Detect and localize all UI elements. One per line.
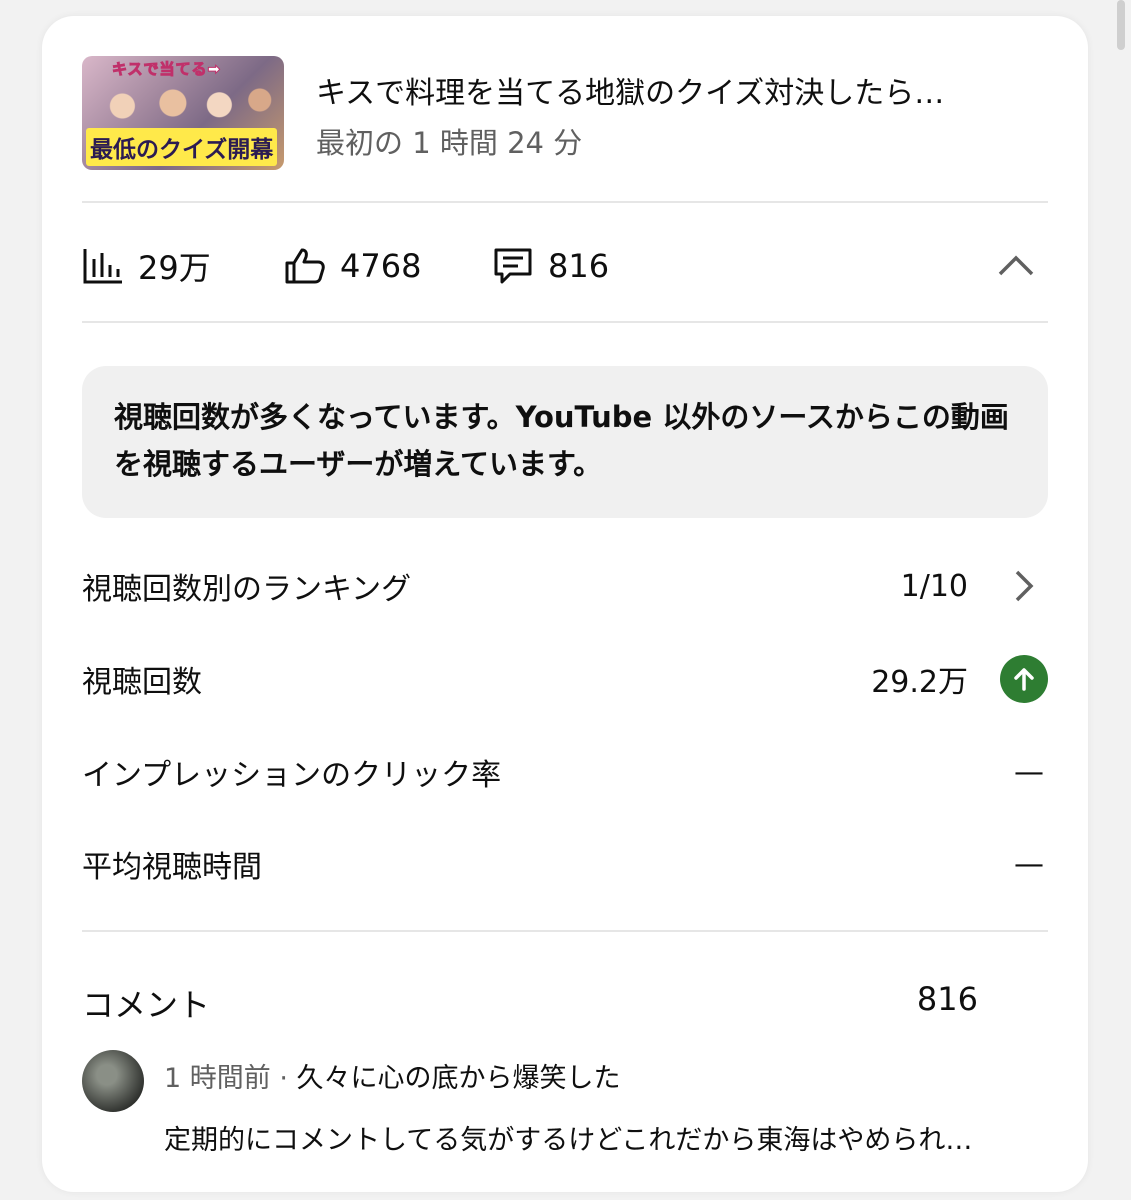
views-count: 29万 [138,249,211,287]
comments-stat: 816 [492,238,609,294]
divider [82,321,1048,323]
ctr-label: インプレッションのクリック率 [82,758,502,793]
comments-section-header[interactable]: コメント 816 [82,972,1048,1028]
video-subtitle: 最初の 1 時間 24 分 [316,126,583,160]
ctr-row: インプレッションのクリック率 — [82,742,1048,802]
comments-total: 816 [916,980,978,1018]
latest-comment[interactable]: 1 時間前 · 久々に心の底から爆笑した 定期的にコメントしてる気がするけどこれ… [82,1050,1048,1156]
video-thumbnail[interactable]: キスで当てる➡ 最低のクイズ開幕 [82,56,284,170]
ranking-value: 1/10 [900,568,968,604]
stats-bar: 29万 4768 816 [82,238,1048,294]
trend-indicator [1000,655,1048,703]
avg-view-duration-label: 平均視聴時間 [82,850,262,885]
page-scrollbar[interactable] [1117,0,1125,50]
comments-label: コメント [82,986,211,1024]
comment-reply-preview: 久々に心の底から爆笑した [296,1063,621,1094]
avg-view-duration-value: — [1014,846,1044,882]
notice-text: 視聴回数が多くなっています。YouTube 以外のソースからこの動画を視聴するユ… [114,400,1009,481]
ranking-row[interactable]: 視聴回数別のランキング 1/10 [82,556,1048,616]
thumbs-up-icon [285,248,325,284]
comment-icon [494,248,532,284]
avatar [82,1050,144,1112]
thumbnail-top-text: キスで当てる➡ [111,60,222,79]
chevron-right-icon [1015,570,1034,602]
divider [82,930,1048,932]
video-header[interactable]: キスで当てる➡ 最低のクイズ開幕 キスで料理を当てる地獄のクイズ対決したら… 最… [82,56,1048,170]
ctr-value: — [1014,754,1044,790]
video-title[interactable]: キスで料理を当てる地獄のクイズ対決したら… [316,68,1056,112]
views-row: 視聴回数 29.2万 [82,649,1048,709]
likes-count: 4768 [340,247,422,285]
views-label: 視聴回数 [82,665,202,700]
bar-chart-icon [83,249,122,284]
likes-stat: 4768 [284,238,421,294]
views-stat: 29万 [82,238,211,294]
chevron-up-icon [998,255,1034,276]
ranking-label: 視聴回数別のランキング [82,572,412,607]
arrow-up-icon [1000,655,1048,703]
avg-view-duration-row: 平均視聴時間 — [82,834,1048,894]
collapse-button[interactable] [994,244,1038,288]
comment-meta: 1 時間前 · 久々に心の底から爆笑した [164,1056,621,1095]
views-value: 29.2万 [871,665,968,700]
meta-separator: · [270,1063,297,1094]
info-notice: 視聴回数が多くなっています。YouTube 以外のソースからこの動画を視聴するユ… [82,366,1048,518]
divider [82,201,1048,203]
video-analytics-card: キスで当てる➡ 最低のクイズ開幕 キスで料理を当てる地獄のクイズ対決したら… 最… [42,16,1088,1192]
thumbnail-bottom-text: 最低のクイズ開幕 [86,128,278,166]
comment-time: 1 時間前 [164,1063,271,1094]
comment-text: 定期的にコメントしてる気がするけどこれだから東海はやめられ… [164,1125,973,1156]
thumbnail-people-image [82,70,284,130]
ranking-chevron[interactable] [1000,562,1048,610]
comments-count: 816 [548,247,610,285]
